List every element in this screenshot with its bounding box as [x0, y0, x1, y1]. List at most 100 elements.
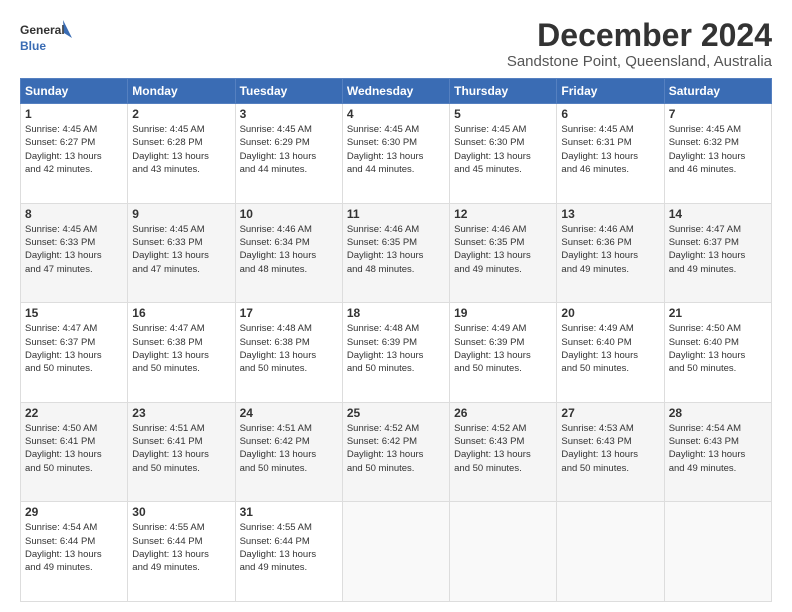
col-tuesday: Tuesday [235, 79, 342, 104]
calendar-cell: 16 Sunrise: 4:47 AMSunset: 6:38 PMDayligh… [128, 303, 235, 403]
day-number: 14 [669, 207, 767, 221]
calendar-cell [450, 502, 557, 602]
calendar-cell: 15 Sunrise: 4:47 AMSunset: 6:37 PMDayligh… [21, 303, 128, 403]
calendar-cell [557, 502, 664, 602]
day-number: 29 [25, 505, 123, 519]
day-info: Sunrise: 4:54 AMSunset: 6:44 PMDaylight:… [25, 521, 123, 574]
day-number: 18 [347, 306, 445, 320]
calendar-cell: 28 Sunrise: 4:54 AMSunset: 6:43 PMDayligh… [664, 402, 771, 502]
day-number: 8 [25, 207, 123, 221]
day-number: 3 [240, 107, 338, 121]
day-info: Sunrise: 4:46 AMSunset: 6:35 PMDaylight:… [454, 223, 552, 276]
day-number: 5 [454, 107, 552, 121]
calendar-cell [664, 502, 771, 602]
day-info: Sunrise: 4:49 AMSunset: 6:39 PMDaylight:… [454, 322, 552, 375]
calendar-cell: 5 Sunrise: 4:45 AMSunset: 6:30 PMDaylight… [450, 104, 557, 204]
calendar-cell: 7 Sunrise: 4:45 AMSunset: 6:32 PMDaylight… [664, 104, 771, 204]
calendar-cell: 19 Sunrise: 4:49 AMSunset: 6:39 PMDayligh… [450, 303, 557, 403]
svg-text:Blue: Blue [20, 39, 46, 53]
calendar-cell: 9 Sunrise: 4:45 AMSunset: 6:33 PMDaylight… [128, 203, 235, 303]
day-info: Sunrise: 4:47 AMSunset: 6:38 PMDaylight:… [132, 322, 230, 375]
calendar-cell: 1 Sunrise: 4:45 AMSunset: 6:27 PMDaylight… [21, 104, 128, 204]
calendar-cell: 12 Sunrise: 4:46 AMSunset: 6:35 PMDayligh… [450, 203, 557, 303]
day-info: Sunrise: 4:45 AMSunset: 6:30 PMDaylight:… [347, 123, 445, 176]
day-info: Sunrise: 4:55 AMSunset: 6:44 PMDaylight:… [132, 521, 230, 574]
day-info: Sunrise: 4:54 AMSunset: 6:43 PMDaylight:… [669, 422, 767, 475]
day-info: Sunrise: 4:45 AMSunset: 6:33 PMDaylight:… [132, 223, 230, 276]
calendar-cell: 27 Sunrise: 4:53 AMSunset: 6:43 PMDayligh… [557, 402, 664, 502]
day-number: 17 [240, 306, 338, 320]
calendar-cell: 14Sunrise: 4:47 AMSunset: 6:37 PMDayligh… [664, 203, 771, 303]
calendar-cell: 3Sunrise: 4:45 AMSunset: 6:29 PMDaylight… [235, 104, 342, 204]
day-number: 24 [240, 406, 338, 420]
day-number: 13 [561, 207, 659, 221]
calendar-week-1: 1 Sunrise: 4:45 AMSunset: 6:27 PMDaylight… [21, 104, 772, 204]
day-number: 12 [454, 207, 552, 221]
day-number: 26 [454, 406, 552, 420]
col-saturday: Saturday [664, 79, 771, 104]
day-number: 21 [669, 306, 767, 320]
day-number: 19 [454, 306, 552, 320]
day-info: Sunrise: 4:53 AMSunset: 6:43 PMDaylight:… [561, 422, 659, 475]
subtitle: Sandstone Point, Queensland, Australia [507, 53, 772, 70]
day-info: Sunrise: 4:45 AMSunset: 6:27 PMDaylight:… [25, 123, 123, 176]
calendar-cell: 23 Sunrise: 4:51 AMSunset: 6:41 PMDayligh… [128, 402, 235, 502]
header: General Blue December 2024 Sandstone Poi… [20, 18, 772, 70]
day-number: 20 [561, 306, 659, 320]
day-info: Sunrise: 4:48 AMSunset: 6:39 PMDaylight:… [347, 322, 445, 375]
day-number: 16 [132, 306, 230, 320]
day-info: Sunrise: 4:51 AMSunset: 6:42 PMDaylight:… [240, 422, 338, 475]
day-info: Sunrise: 4:50 AMSunset: 6:40 PMDaylight:… [669, 322, 767, 375]
calendar-table: Sunday Monday Tuesday Wednesday Thursday… [20, 78, 772, 602]
day-info: Sunrise: 4:46 AMSunset: 6:34 PMDaylight:… [240, 223, 338, 276]
calendar-cell: 21 Sunrise: 4:50 AMSunset: 6:40 PMDayligh… [664, 303, 771, 403]
calendar-header-row: Sunday Monday Tuesday Wednesday Thursday… [21, 79, 772, 104]
col-friday: Friday [557, 79, 664, 104]
calendar-cell: 22Sunrise: 4:50 AMSunset: 6:41 PMDayligh… [21, 402, 128, 502]
day-number: 30 [132, 505, 230, 519]
day-info: Sunrise: 4:45 AMSunset: 6:31 PMDaylight:… [561, 123, 659, 176]
day-number: 15 [25, 306, 123, 320]
day-number: 4 [347, 107, 445, 121]
calendar-cell: 25Sunrise: 4:52 AMSunset: 6:42 PMDayligh… [342, 402, 449, 502]
day-number: 23 [132, 406, 230, 420]
day-number: 25 [347, 406, 445, 420]
day-info: Sunrise: 4:45 AMSunset: 6:28 PMDaylight:… [132, 123, 230, 176]
day-info: Sunrise: 4:45 AMSunset: 6:30 PMDaylight:… [454, 123, 552, 176]
calendar-cell: 11Sunrise: 4:46 AMSunset: 6:35 PMDayligh… [342, 203, 449, 303]
calendar-cell: 30 Sunrise: 4:55 AMSunset: 6:44 PMDayligh… [128, 502, 235, 602]
day-number: 2 [132, 107, 230, 121]
day-number: 9 [132, 207, 230, 221]
col-sunday: Sunday [21, 79, 128, 104]
calendar-week-2: 8 Sunrise: 4:45 AMSunset: 6:33 PMDaylight… [21, 203, 772, 303]
day-info: Sunrise: 4:45 AMSunset: 6:33 PMDaylight:… [25, 223, 123, 276]
day-info: Sunrise: 4:51 AMSunset: 6:41 PMDaylight:… [132, 422, 230, 475]
calendar-cell: 29 Sunrise: 4:54 AMSunset: 6:44 PMDayligh… [21, 502, 128, 602]
calendar-cell: 2 Sunrise: 4:45 AMSunset: 6:28 PMDaylight… [128, 104, 235, 204]
day-info: Sunrise: 4:45 AMSunset: 6:32 PMDaylight:… [669, 123, 767, 176]
day-number: 1 [25, 107, 123, 121]
calendar-cell: 6 Sunrise: 4:45 AMSunset: 6:31 PMDaylight… [557, 104, 664, 204]
day-number: 28 [669, 406, 767, 420]
calendar-cell: 20Sunrise: 4:49 AMSunset: 6:40 PMDayligh… [557, 303, 664, 403]
day-number: 7 [669, 107, 767, 121]
day-info: Sunrise: 4:47 AMSunset: 6:37 PMDaylight:… [25, 322, 123, 375]
day-number: 6 [561, 107, 659, 121]
col-wednesday: Wednesday [342, 79, 449, 104]
title-block: December 2024 Sandstone Point, Queenslan… [507, 18, 772, 70]
calendar-cell: 8 Sunrise: 4:45 AMSunset: 6:33 PMDaylight… [21, 203, 128, 303]
calendar-week-5: 29 Sunrise: 4:54 AMSunset: 6:44 PMDayligh… [21, 502, 772, 602]
calendar-cell: 10Sunrise: 4:46 AMSunset: 6:34 PMDayligh… [235, 203, 342, 303]
main-title: December 2024 [507, 18, 772, 53]
day-number: 22 [25, 406, 123, 420]
day-number: 11 [347, 207, 445, 221]
logo: General Blue [20, 18, 72, 58]
col-thursday: Thursday [450, 79, 557, 104]
general-blue-logo-icon: General Blue [20, 18, 72, 58]
page: General Blue December 2024 Sandstone Poi… [0, 0, 792, 612]
day-info: Sunrise: 4:46 AMSunset: 6:36 PMDaylight:… [561, 223, 659, 276]
calendar-cell: 13 Sunrise: 4:46 AMSunset: 6:36 PMDayligh… [557, 203, 664, 303]
calendar-cell: 26Sunrise: 4:52 AMSunset: 6:43 PMDayligh… [450, 402, 557, 502]
day-number: 27 [561, 406, 659, 420]
calendar-cell: 18 Sunrise: 4:48 AMSunset: 6:39 PMDayligh… [342, 303, 449, 403]
